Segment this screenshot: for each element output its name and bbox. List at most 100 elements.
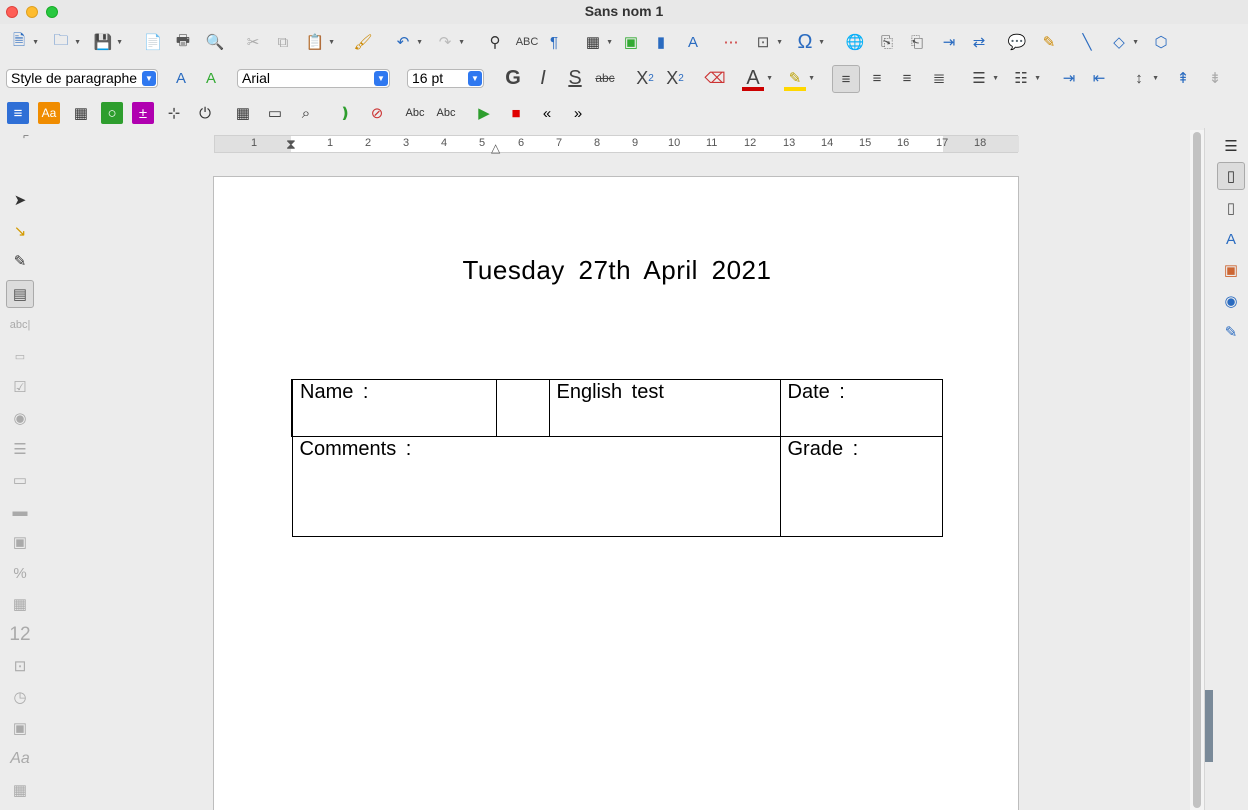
align-right-button[interactable]: ≡ bbox=[896, 67, 918, 89]
comment-icon[interactable]: 💬 bbox=[1006, 31, 1028, 53]
font-color-icon[interactable]: A ▼ bbox=[742, 67, 773, 91]
font-size-select[interactable]: 16 pt ▼ bbox=[407, 69, 484, 88]
wizard-icon[interactable]: ✎ bbox=[8, 249, 32, 273]
basic-shapes-icon[interactable]: ◇ ▼ bbox=[1108, 31, 1139, 53]
track-changes-icon[interactable]: ✎ bbox=[1038, 31, 1060, 53]
new-document-icon[interactable]: 🗎 ▼ bbox=[8, 31, 39, 53]
sidebar-menu-icon[interactable]: ☰ bbox=[1219, 134, 1243, 158]
copy-icon[interactable]: ⧉ bbox=[272, 31, 294, 53]
align-center-button[interactable]: ≡ bbox=[866, 67, 888, 89]
align-left-button[interactable]: ≡ bbox=[832, 65, 860, 93]
page-icon[interactable]: ▯ bbox=[1219, 196, 1243, 220]
indent-marker-icon[interactable]: ⧗ bbox=[286, 136, 296, 153]
increase-paragraph-spacing-icon[interactable]: ⇞ bbox=[1172, 67, 1194, 89]
previous-icon[interactable]: « bbox=[536, 102, 558, 124]
image-control-icon[interactable]: ▣ bbox=[8, 716, 32, 740]
play-icon[interactable]: ▶ bbox=[473, 102, 495, 124]
insert-chart-icon[interactable]: ▮ bbox=[650, 31, 672, 53]
next-icon[interactable]: » bbox=[567, 102, 589, 124]
highlight-color-icon[interactable]: ✎ ▼ bbox=[784, 67, 815, 91]
grade-cell[interactable]: Grade : bbox=[779, 436, 943, 537]
autospell-icon[interactable]: ❫ bbox=[334, 102, 356, 124]
properties-icon[interactable]: ▯ bbox=[1217, 162, 1245, 190]
superscript-button[interactable]: X2 bbox=[634, 67, 656, 89]
italic-button[interactable]: I bbox=[532, 67, 554, 89]
page-break-icon[interactable]: ⋯ bbox=[720, 31, 742, 53]
time-field-icon[interactable]: ◷ bbox=[8, 685, 32, 709]
zoom-icon[interactable]: ⌕ bbox=[295, 102, 317, 124]
update-style-icon[interactable]: A bbox=[170, 67, 192, 89]
subscript-button[interactable]: X2 bbox=[664, 67, 686, 89]
design-mode-icon[interactable]: ↘ bbox=[8, 219, 32, 243]
checkbox-icon[interactable]: ☑ bbox=[8, 375, 32, 399]
vertical-scrollbar[interactable] bbox=[1190, 130, 1204, 810]
special-character-icon[interactable]: Ω ▼ bbox=[794, 31, 825, 53]
sidebar-collapse-handle[interactable] bbox=[1205, 690, 1213, 762]
navigator-icon[interactable]: ◉ bbox=[1219, 289, 1243, 313]
date-field-icon[interactable]: ▦ bbox=[8, 592, 32, 616]
tab-stop-icon[interactable]: △ bbox=[491, 141, 500, 155]
combo-box-icon[interactable]: ▭ bbox=[8, 468, 32, 492]
check-spelling-icon[interactable]: Abc bbox=[404, 102, 426, 124]
table-icon[interactable]: ▦ bbox=[8, 778, 32, 802]
form-field-icon[interactable]: ▭ bbox=[264, 102, 286, 124]
form-properties-icon[interactable]: ▤ bbox=[6, 280, 34, 308]
group-box-icon[interactable]: ○ bbox=[101, 102, 123, 124]
date-field-icon[interactable]: ▦ bbox=[232, 102, 254, 124]
insert-textbox-icon[interactable]: A bbox=[682, 31, 704, 53]
clone-formatting-icon[interactable]: 🖌 bbox=[352, 31, 374, 53]
manage-changes-icon[interactable]: ✎ bbox=[1219, 320, 1243, 344]
insert-image-icon[interactable]: ▣ bbox=[620, 31, 642, 53]
table-control-icon[interactable]: ▦ bbox=[70, 102, 92, 124]
ordered-list-icon[interactable]: ☷ ▼ bbox=[1010, 67, 1041, 89]
select-icon[interactable]: ➤ bbox=[8, 188, 32, 212]
print-icon[interactable]: 🖶 bbox=[172, 31, 194, 53]
undo-icon[interactable]: ↶ ▼ bbox=[392, 31, 423, 53]
test-title-cell[interactable]: English test bbox=[548, 379, 781, 437]
strikethrough-button[interactable]: abc bbox=[594, 67, 616, 89]
file-selection-icon[interactable]: ⊡ bbox=[8, 654, 32, 678]
navigation-icon[interactable]: ⊹ bbox=[163, 102, 185, 124]
close-window-button[interactable] bbox=[6, 6, 18, 18]
numeric-field-icon[interactable]: 12 bbox=[8, 623, 32, 647]
save-icon[interactable]: 💾 ▼ bbox=[92, 31, 123, 53]
reject-spelling-icon[interactable]: Abc bbox=[435, 102, 457, 124]
paragraph-style-select[interactable]: Style de paragraphe ▼ bbox=[6, 69, 158, 88]
decrease-paragraph-spacing-icon[interactable]: ⇟ bbox=[1204, 67, 1226, 89]
spin-button-icon[interactable]: ± bbox=[132, 102, 154, 124]
list-box-icon[interactable]: ☰ bbox=[8, 437, 32, 461]
draw-functions-icon[interactable]: ⬡ bbox=[1150, 31, 1172, 53]
shadow-button[interactable]: S bbox=[564, 67, 586, 89]
controls-icon[interactable]: ≡ bbox=[7, 102, 29, 124]
push-button-icon[interactable]: ▬ bbox=[8, 499, 32, 523]
cut-icon[interactable]: ✂ bbox=[242, 31, 264, 53]
open-folder-icon[interactable]: 🗀 ▼ bbox=[50, 31, 81, 53]
unordered-list-icon[interactable]: ☰ ▼ bbox=[968, 67, 999, 89]
empty-cell[interactable] bbox=[495, 379, 550, 437]
endnote-icon[interactable]: ⎗ bbox=[906, 31, 928, 53]
test-header-table[interactable]: Name : English test Date : Comments : Gr… bbox=[291, 379, 943, 537]
scrollbar-thumb[interactable] bbox=[1193, 132, 1201, 808]
plug-icon[interactable]: ⏻ bbox=[194, 102, 216, 124]
date-cell[interactable]: Date : bbox=[779, 379, 943, 437]
minimize-window-button[interactable] bbox=[26, 6, 38, 18]
footnote-icon[interactable]: ⎘ bbox=[876, 31, 898, 53]
increase-indent-icon[interactable]: ⇥ bbox=[1058, 67, 1080, 89]
label-icon[interactable]: abc| bbox=[8, 313, 32, 337]
name-cell[interactable]: Name : bbox=[291, 379, 497, 437]
insert-field-icon[interactable]: ⊡ ▼ bbox=[752, 31, 783, 53]
find-replace-icon[interactable]: ⚲ bbox=[484, 31, 506, 53]
font-name-select[interactable]: Arial ▼ bbox=[237, 69, 390, 88]
font-icon[interactable]: Aa bbox=[8, 747, 32, 771]
clear-formatting-icon[interactable]: ⌫ bbox=[704, 67, 726, 89]
maximize-window-button[interactable] bbox=[46, 6, 58, 18]
text-box-icon[interactable]: ▭ bbox=[8, 344, 32, 368]
bookmark-icon[interactable]: ⇥ bbox=[938, 31, 960, 53]
image-button-icon[interactable]: ▣ bbox=[8, 530, 32, 554]
line-spacing-icon[interactable]: ↕ ▼ bbox=[1128, 67, 1159, 89]
gallery-icon[interactable]: ▣ bbox=[1219, 258, 1243, 282]
text-style-icon[interactable]: Aa bbox=[38, 102, 60, 124]
justify-button[interactable]: ≣ bbox=[928, 67, 950, 89]
cross-reference-icon[interactable]: ⇄ bbox=[968, 31, 990, 53]
spelling-icon[interactable]: ABC bbox=[516, 31, 539, 53]
